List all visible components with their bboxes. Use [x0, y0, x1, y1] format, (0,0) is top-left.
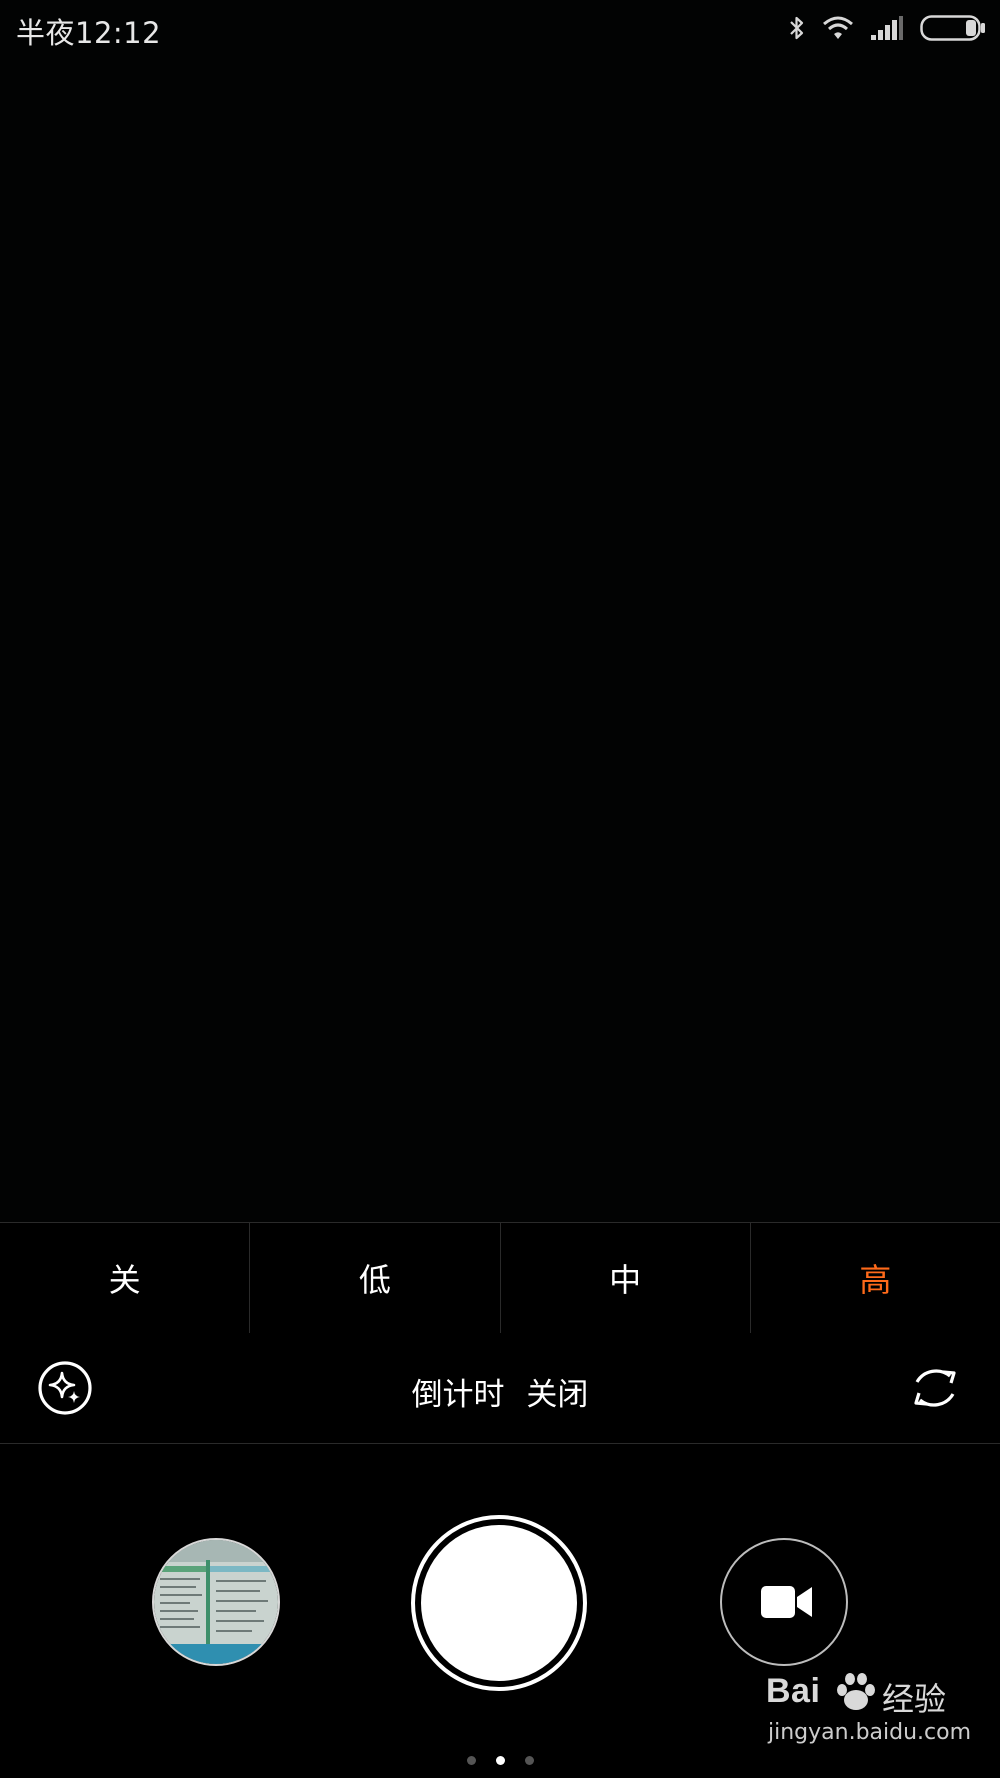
gallery-thumbnail[interactable]	[152, 1538, 280, 1666]
timer-label: 倒计时	[411, 1377, 505, 1413]
video-camera-icon	[761, 1586, 812, 1618]
status-time: 半夜12:12	[16, 16, 162, 50]
watermark-logo-cn: 经验	[882, 1680, 947, 1718]
beauty-option-off[interactable]: 关	[0, 1223, 249, 1333]
baidu-jingyan-watermark: Bai 经验 jingyan.baidu.com	[766, 1672, 971, 1754]
mode-page-indicator	[0, 1756, 1000, 1765]
page-dot[interactable]	[466, 1756, 476, 1765]
battery-icon	[920, 15, 985, 41]
bluetooth-icon	[790, 16, 804, 40]
watermark-url: jingyan.baidu.com	[768, 1720, 972, 1745]
gallery-preview-image	[154, 1540, 278, 1664]
shutter-inner	[421, 1525, 577, 1681]
baidu-paw-icon	[837, 1673, 875, 1710]
page-dot[interactable]	[524, 1756, 534, 1765]
status-bar: 半夜12:12	[0, 0, 1000, 56]
status-icons	[788, 12, 986, 44]
watermark-logo-text: Bai	[766, 1672, 821, 1710]
camera-viewfinder[interactable]	[0, 0, 1000, 1222]
beauty-level-selector: 关 低 中 高	[0, 1222, 1000, 1334]
video-record-button[interactable]	[720, 1538, 848, 1666]
shutter-button[interactable]	[411, 1515, 587, 1691]
beauty-option-low[interactable]: 低	[249, 1223, 499, 1333]
wifi-icon	[823, 16, 853, 39]
cell-signal-icon	[871, 16, 903, 40]
timer-value: 关闭	[526, 1377, 589, 1413]
countdown-timer-toggle[interactable]: 倒计时 关闭	[0, 1369, 1000, 1414]
beauty-option-medium[interactable]: 中	[499, 1223, 750, 1333]
beauty-option-high[interactable]: 高	[749, 1223, 1000, 1333]
camera-settings-row: 倒计时 关闭	[0, 1333, 1000, 1444]
switch-camera-icon[interactable]	[907, 1360, 963, 1416]
page-dot-active[interactable]	[495, 1756, 505, 1765]
